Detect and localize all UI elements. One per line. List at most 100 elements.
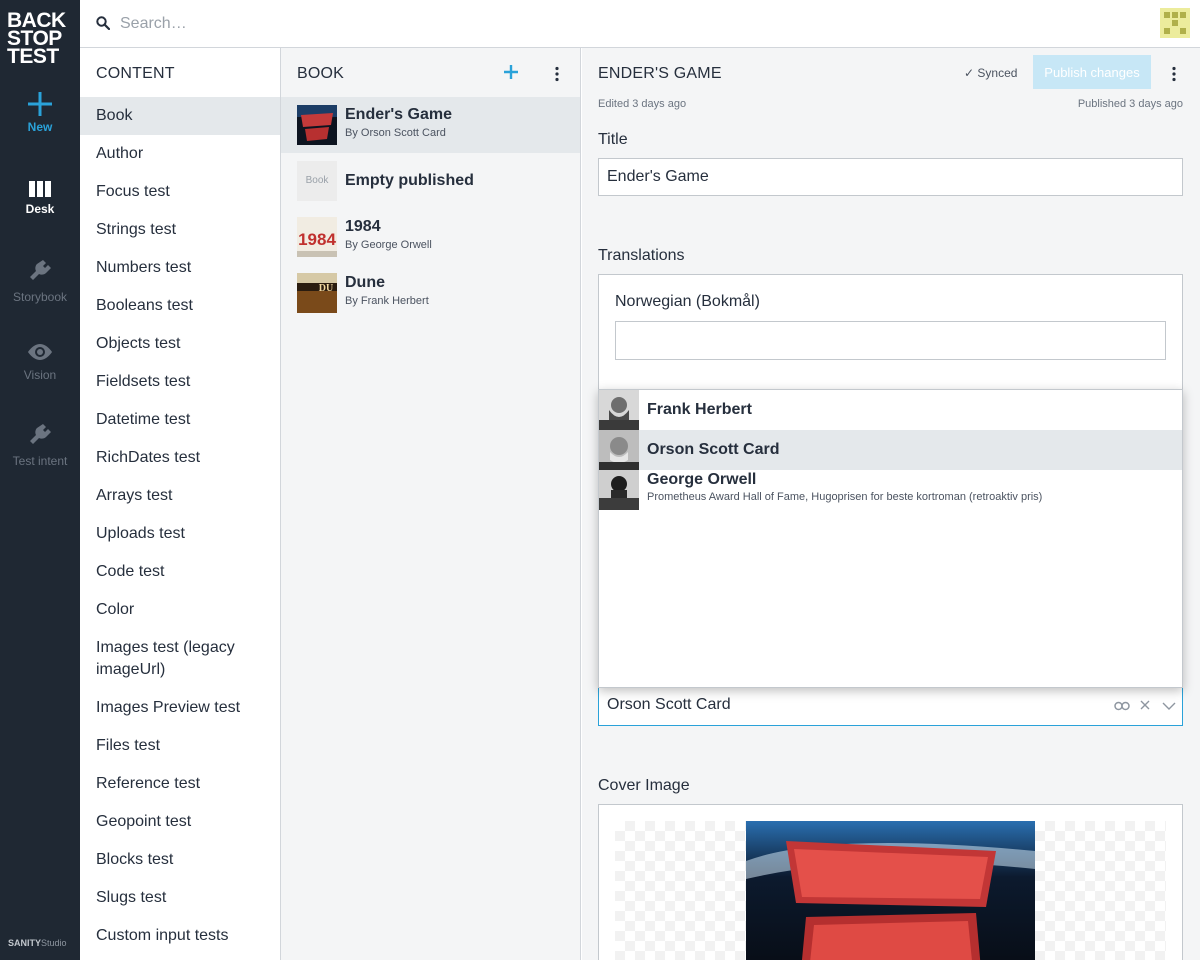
content-item-images-test-legacy[interactable]: Images test (legacy imageUrl) — [80, 629, 280, 689]
cover-text: DU — [319, 283, 333, 294]
columns-icon — [29, 181, 51, 197]
book-cover-placeholder: Book — [297, 161, 337, 201]
avatar-pattern-icon — [1164, 12, 1186, 34]
placeholder-label: Book — [297, 161, 337, 201]
edited-timestamp: Edited 3 days ago — [598, 98, 687, 110]
title-field-label: Title — [598, 131, 628, 148]
document-title: Empty published — [345, 172, 474, 189]
plug-icon — [30, 424, 51, 444]
content-item-uploads-test[interactable]: Uploads test — [80, 515, 280, 553]
document-heading: ENDER'S GAME — [598, 65, 722, 82]
dropdown-option-george-orwell[interactable]: George Orwell Prometheus Award Hall of F… — [599, 470, 1182, 510]
link-icon[interactable] — [1114, 701, 1130, 711]
search-icon — [96, 16, 110, 30]
author-reference-input[interactable]: Orson Scott Card — [598, 686, 1183, 726]
document-title: Ender's Game — [345, 106, 452, 123]
rail-item-label: Desk — [25, 202, 55, 216]
content-item-blocks-test[interactable]: Blocks test — [80, 841, 280, 879]
content-item-fieldsets-test[interactable]: Fieldsets test — [80, 363, 280, 401]
translations-label: Translations — [598, 247, 685, 264]
top-bar — [80, 0, 1200, 48]
author-name: George Orwell — [647, 471, 757, 488]
search-input[interactable] — [120, 12, 720, 36]
content-pane: CONTENT Book Author Focus test Strings t… — [80, 48, 281, 960]
dropdown-option-orson-scott-card[interactable]: Orson Scott Card — [599, 430, 1182, 470]
eye-icon — [28, 344, 52, 360]
published-timestamp: Published 3 days ago — [1077, 98, 1183, 110]
author-avatar — [599, 390, 639, 430]
content-item-arrays-test[interactable]: Arrays test — [80, 477, 280, 515]
content-item-richdates-test[interactable]: RichDates test — [80, 439, 280, 477]
book-cover-thumbnail: DU — [297, 273, 337, 313]
content-item-objects-test[interactable]: Objects test — [80, 325, 280, 363]
content-item-book[interactable]: Book — [80, 97, 280, 135]
document-item-enders-game[interactable]: Ender's Game By Orson Scott Card — [281, 97, 580, 153]
rail-item-label: Vision — [23, 368, 57, 382]
rail-item-test-intent[interactable]: Test intent — [0, 420, 80, 468]
studio-logo[interactable]: BACK STOP TEST — [7, 10, 73, 68]
content-item-code-test[interactable]: Code test — [80, 553, 280, 591]
publish-button[interactable]: Publish changes — [1033, 55, 1151, 89]
author-avatar — [599, 470, 639, 510]
add-document-button[interactable] — [501, 62, 521, 82]
author-description: Prometheus Award Hall of Fame, Hugoprise… — [647, 491, 1043, 503]
rail-item-label: New — [27, 120, 53, 134]
chevron-down-icon[interactable] — [1162, 702, 1176, 711]
document-subtitle: By George Orwell — [345, 239, 432, 251]
content-item-focus-test[interactable]: Focus test — [80, 173, 280, 211]
content-item-images-preview-test[interactable]: Images Preview test — [80, 689, 280, 727]
content-item-strings-test[interactable]: Strings test — [80, 211, 280, 249]
content-item-geopoint-test[interactable]: Geopoint test — [80, 803, 280, 841]
rail-item-storybook[interactable]: Storybook — [0, 256, 80, 304]
author-name: Orson Scott Card — [647, 441, 780, 458]
translation-language-label: Norwegian (Bokmål) — [615, 293, 760, 310]
author-name: Frank Herbert — [647, 401, 752, 418]
pane-menu-button[interactable] — [549, 66, 565, 82]
content-item-numbers-test[interactable]: Numbers test — [80, 249, 280, 287]
enders-game-cover-image — [746, 821, 1035, 960]
translations-fieldset: Norwegian (Bokmål) — [598, 274, 1183, 394]
document-subtitle: By Orson Scott Card — [345, 127, 446, 139]
content-item-booleans-test[interactable]: Booleans test — [80, 287, 280, 325]
plus-icon — [28, 92, 52, 116]
document-item-dune[interactable]: DU Dune By Frank Herbert — [281, 265, 580, 321]
rail-item-desk[interactable]: Desk — [0, 180, 80, 216]
document-item-empty-published[interactable]: Book Empty published — [281, 153, 580, 209]
document-menu-button[interactable] — [1166, 66, 1182, 82]
plug-icon — [30, 260, 51, 280]
footer-brand: SANITY — [8, 938, 42, 948]
clear-icon[interactable] — [1139, 699, 1151, 711]
left-rail: BACK STOP TEST New Desk Storybook Vision — [0, 0, 80, 960]
rail-item-new[interactable]: New — [0, 92, 80, 134]
content-item-author[interactable]: Author — [80, 135, 280, 173]
content-item-reference-test[interactable]: Reference test — [80, 765, 280, 803]
rail-item-label: Test intent — [12, 454, 68, 468]
rail-item-label: Storybook — [12, 290, 68, 304]
translation-field[interactable] — [615, 321, 1166, 360]
content-item-color[interactable]: Color — [80, 591, 280, 629]
document-item-1984[interactable]: 1984 1984 By George Orwell — [281, 209, 580, 265]
cover-image-field[interactable] — [598, 804, 1183, 960]
user-avatar[interactable] — [1160, 8, 1190, 38]
dropdown-option-frank-herbert[interactable]: Frank Herbert — [599, 390, 1182, 430]
author-avatar — [599, 430, 639, 470]
content-item-files-test[interactable]: Files test — [80, 727, 280, 765]
content-item-slugs-test[interactable]: Slugs test — [80, 879, 280, 917]
content-type-list: Book Author Focus test Strings test Numb… — [80, 97, 280, 955]
document-title: Dune — [345, 274, 385, 291]
content-item-datetime-test[interactable]: Datetime test — [80, 401, 280, 439]
sync-status: ✓ Synced — [964, 66, 1018, 80]
logo-line: TEST — [7, 45, 59, 68]
book-cover-thumbnail: 1984 — [297, 217, 337, 257]
title-field[interactable]: Ender's Game — [598, 158, 1183, 196]
author-reference-value: Orson Scott Card — [607, 696, 731, 713]
rail-item-vision[interactable]: Vision — [0, 340, 80, 382]
book-pane: BOOK Ender's Game By Orson Scott Card Bo… — [281, 48, 581, 960]
cover-text: 1984 — [298, 230, 336, 249]
image-preview-background — [615, 821, 1166, 960]
cover-image-preview — [746, 821, 1035, 960]
book-cover-thumbnail — [297, 105, 337, 145]
cover-image-label: Cover Image — [598, 777, 690, 794]
book-pane-title: BOOK — [297, 65, 345, 82]
content-item-custom-input-tests[interactable]: Custom input tests — [80, 917, 280, 955]
